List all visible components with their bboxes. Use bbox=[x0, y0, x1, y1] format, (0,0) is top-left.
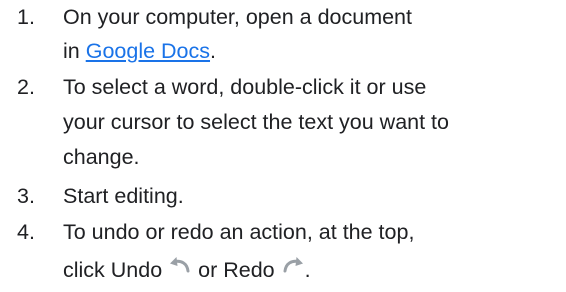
list-item: 1. On your computer, open a document in … bbox=[0, 0, 566, 68]
undo-icon bbox=[168, 255, 192, 273]
step-text-part: . bbox=[304, 258, 311, 282]
step-text: On your computer, open a document bbox=[63, 5, 412, 29]
step-text-continuation: change. bbox=[63, 145, 140, 169]
google-docs-link[interactable]: Google Docs bbox=[86, 39, 210, 63]
step-number: 1. bbox=[17, 5, 35, 29]
list-item: 2. To select a word, double-click it or … bbox=[0, 70, 566, 175]
step-number: 3. bbox=[17, 184, 35, 208]
step-text-suffix: . bbox=[210, 39, 216, 63]
list-item: 4. To undo or redo an action, at the top… bbox=[0, 215, 566, 289]
step-text-continuation: your cursor to select the text you want … bbox=[63, 110, 449, 134]
redo-icon bbox=[281, 255, 305, 273]
list-item: 3. Start editing. bbox=[0, 179, 566, 213]
step-text-continuation: click Undo or Redo . bbox=[63, 253, 311, 287]
step-text: To select a word, double-click it or use bbox=[63, 75, 427, 99]
step-text-continuation: in Google Docs. bbox=[63, 34, 216, 68]
step-text: Start editing. bbox=[63, 184, 184, 208]
step-text: To undo or redo an action, at the top, bbox=[63, 220, 415, 244]
step-text-part: click Undo bbox=[63, 258, 169, 282]
step-text-prefix: in bbox=[63, 39, 86, 63]
step-text-part: or Redo bbox=[192, 258, 281, 282]
step-number: 4. bbox=[17, 220, 35, 244]
instruction-list: 1. On your computer, open a document in … bbox=[0, 0, 566, 292]
step-number: 2. bbox=[17, 75, 35, 99]
